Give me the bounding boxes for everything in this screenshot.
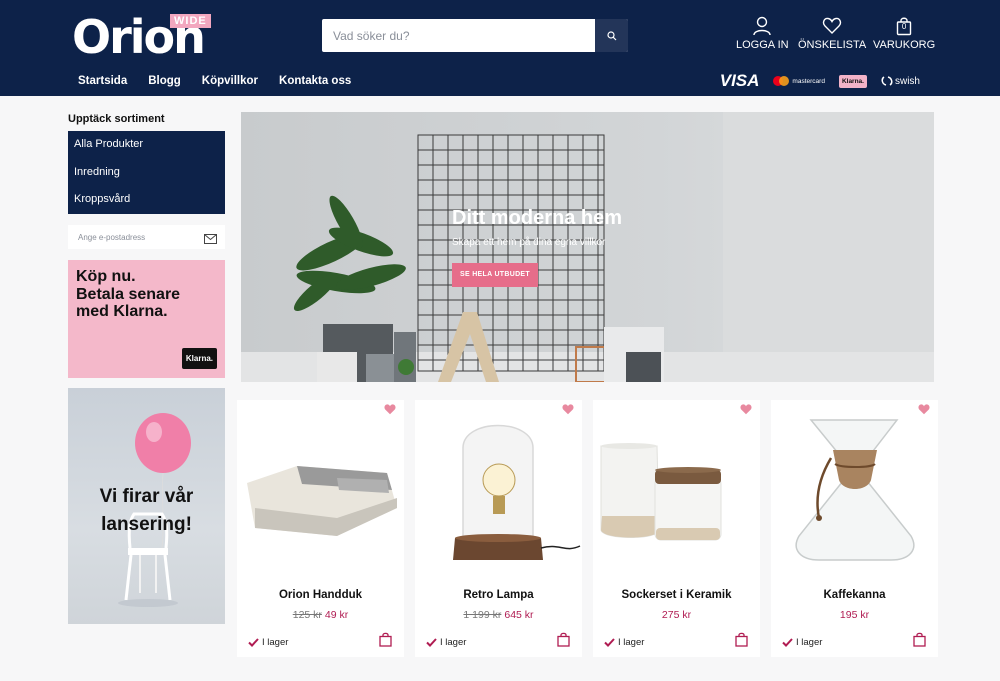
stock-label: I lager [440, 637, 467, 648]
nav-kontakta[interactable]: Kontakta oss [279, 75, 351, 87]
orion-logo[interactable]: Orion WIDE [72, 10, 222, 64]
stock-status: I lager [248, 637, 288, 648]
nav-blogg[interactable]: Blogg [148, 75, 181, 87]
product-name[interactable]: Sockerset i Keramik [593, 589, 760, 601]
product-card[interactable]: Kaffekanna 195 kr I lager [771, 400, 938, 657]
klarna-banner-text: Köp nu. Betala senare med Klarna. [76, 268, 181, 320]
stock-label: I lager [262, 637, 289, 648]
product-price: 275 kr [593, 609, 760, 621]
add-to-cart-icon[interactable] [379, 632, 392, 647]
search-icon [606, 30, 616, 40]
product-image-lamp [453, 424, 581, 560]
old-price: 1 199 kr [463, 609, 502, 621]
current-price: 49 kr [324, 609, 349, 621]
product-image-coffee-pot [795, 419, 915, 561]
main-nav: Startsida Blogg Köpvillkor Kontakta oss [78, 75, 372, 87]
swish-label: swish [894, 75, 920, 87]
product-name[interactable]: Orion Handduk [237, 589, 404, 601]
search-button[interactable] [595, 19, 628, 52]
sidebar-title: Upptäck sortiment [68, 113, 165, 125]
klarna-banner[interactable]: Köp nu. Betala senare med Klarna. Klarna… [68, 260, 225, 378]
product-name[interactable]: Kaffekanna [771, 589, 938, 601]
launch-banner-text: Vi firar vår lansering! [99, 486, 194, 535]
hero-subtitle: Skapa ett hem på dina egna villkor [452, 237, 606, 248]
stock-label: I lager [618, 637, 645, 648]
login-label: LOGGA IN [736, 39, 789, 51]
category-item-kroppsvard[interactable]: Kroppsvård [68, 186, 225, 214]
wishlist-heart-icon[interactable] [918, 404, 930, 415]
add-to-cart-icon[interactable] [557, 632, 570, 647]
klarna-logo: Klarna. [838, 74, 867, 88]
cart-button[interactable]: 0 VARUKORG [873, 16, 935, 51]
current-price: 645 kr [504, 609, 534, 621]
stock-status: I lager [426, 637, 466, 648]
newsletter-form [68, 225, 225, 249]
email-input[interactable] [68, 225, 198, 249]
nav-startsida[interactable]: Startsida [78, 75, 127, 87]
login-button[interactable]: LOGGA IN [736, 16, 789, 51]
mastercard-logo: mastercard [773, 76, 825, 86]
swish-logo: swish [881, 75, 920, 87]
newsletter-submit[interactable] [204, 231, 217, 249]
product-card[interactable]: Orion Handduk 125 kr 49 kr I lager [237, 400, 404, 657]
launch-banner[interactable]: Vi firar vår lansering! [68, 388, 225, 624]
envelope-icon [204, 234, 217, 244]
product-name[interactable]: Retro Lampa [415, 589, 582, 601]
heart-icon [823, 17, 842, 34]
category-item-inredning[interactable]: Inredning [68, 159, 225, 187]
category-menu: Alla Produkter Inredning Kroppsvård [68, 131, 225, 214]
cart-label: VARUKORG [873, 39, 936, 51]
product-price: 195 kr [771, 609, 938, 621]
add-to-cart-icon[interactable] [913, 632, 926, 647]
product-card[interactable]: Retro Lampa 1 199 kr 645 kr I lager [415, 400, 582, 657]
check-icon [782, 638, 793, 647]
cart-count: 0 [901, 22, 907, 31]
search-input[interactable] [322, 19, 596, 52]
hero-banner: Ditt moderna hem Skapa ett hem på dina e… [241, 112, 934, 382]
current-price: 195 kr [839, 609, 870, 621]
check-icon [248, 638, 259, 647]
check-icon [426, 638, 437, 647]
add-to-cart-icon[interactable] [735, 632, 748, 647]
product-image-towel [247, 466, 397, 536]
mastercard-icon [773, 76, 790, 86]
nav-kopvillkor[interactable]: Köpvillkor [202, 75, 258, 87]
site-header: Orion WIDE LOGGA IN ÖNSKELISTA 0 VARUKOR… [0, 0, 1000, 96]
visa-logo: VISA [719, 71, 760, 90]
old-price: 125 kr [292, 609, 322, 621]
klarna-badge: Klarna. [181, 348, 217, 369]
stock-status: I lager [604, 637, 644, 648]
wishlist-heart-icon[interactable] [384, 404, 396, 415]
wishlist-heart-icon[interactable] [740, 404, 752, 415]
hero-title: Ditt moderna hem [452, 207, 623, 229]
current-price: 275 kr [661, 609, 692, 621]
hero-cta-button[interactable]: SE HELA UTBUDET [452, 263, 538, 287]
swish-icon [881, 76, 893, 86]
wishlist-button[interactable]: ÖNSKELISTA [798, 16, 866, 51]
logo-badge: WIDE [170, 14, 211, 28]
search-bar [322, 19, 628, 52]
mastercard-label: mastercard [792, 77, 825, 85]
wishlist-heart-icon[interactable] [562, 404, 574, 415]
product-image-ceramic-set [600, 443, 722, 541]
product-price: 125 kr 49 kr [237, 609, 404, 621]
stock-status: I lager [782, 637, 822, 648]
product-price: 1 199 kr 645 kr [415, 609, 582, 621]
product-card[interactable]: Sockerset i Keramik 275 kr I lager [593, 400, 760, 657]
stock-label: I lager [796, 637, 823, 648]
check-icon [604, 638, 615, 647]
payment-logos: VISA mastercard Klarna. swish [720, 71, 920, 91]
wishlist-label: ÖNSKELISTA [798, 39, 867, 51]
category-item-alla-produkter[interactable]: Alla Produkter [68, 131, 225, 159]
user-icon [753, 16, 771, 36]
